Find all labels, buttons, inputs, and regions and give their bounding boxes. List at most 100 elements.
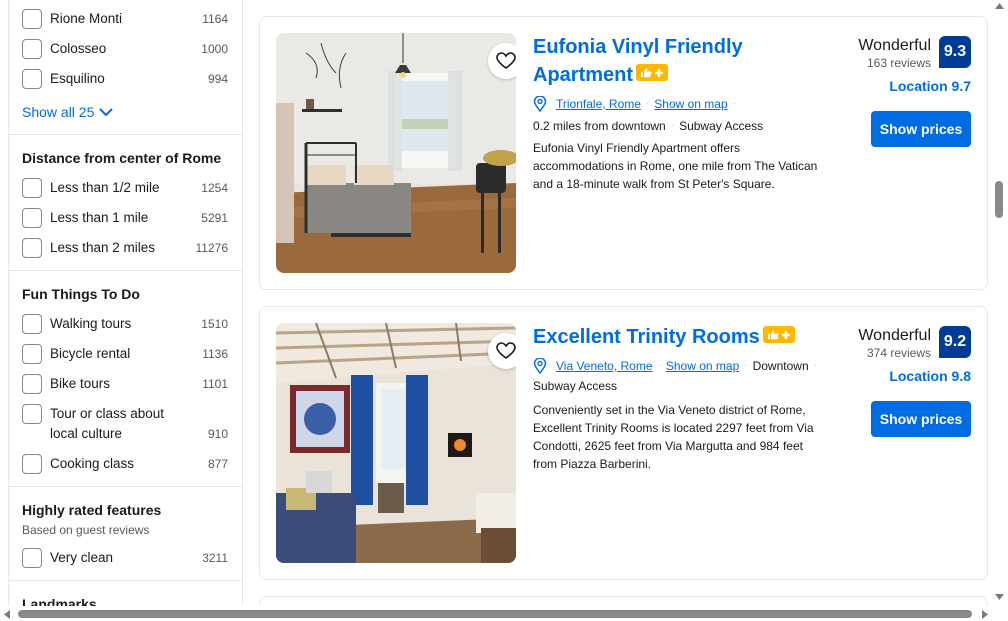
checkbox[interactable] <box>22 344 42 364</box>
filter-count: 5291 <box>201 211 228 225</box>
filter-count: 1254 <box>201 181 228 195</box>
distance-text: Downtown <box>752 359 809 373</box>
show-on-map-link[interactable]: Show on map <box>654 95 727 113</box>
scroll-down-arrow-icon[interactable] <box>995 594 1004 600</box>
vertical-scroll-thumb[interactable] <box>995 181 1003 218</box>
rating-word: Wonderful <box>858 37 931 54</box>
room-photo <box>276 323 516 563</box>
show-all-label: Show all 25 <box>22 104 95 120</box>
property-description: Conveniently set in the Via Veneto distr… <box>533 403 814 471</box>
filter-option[interactable]: Esquilino 994 <box>22 69 228 89</box>
review-score: 9.2 <box>939 326 971 358</box>
section-title: Landmarks <box>22 596 97 606</box>
filters-sidebar: Rione Monti 1164 Colosseo 1000 Esquilino… <box>8 0 243 606</box>
location-link[interactable]: Via Veneto, Rome <box>556 357 653 375</box>
filter-option[interactable]: Bicycle rental 1136 <box>22 344 228 364</box>
property-description: Eufonia Vinyl Friendly Apartment offers … <box>533 141 818 191</box>
filter-option[interactable]: Walking tours 1510 <box>22 314 228 334</box>
fun-things-section: Fun Things To Do Walking tours 1510 Bicy… <box>9 271 242 487</box>
show-all-link[interactable]: Show all 25 <box>22 102 228 122</box>
show-on-map-link[interactable]: Show on map <box>666 357 739 375</box>
review-count: 374 reviews <box>866 346 931 360</box>
filter-option[interactable]: Less than 1 mile 5291 <box>22 208 228 228</box>
location-line: Via Veneto, Rome · Show on map · Downtow… <box>533 357 823 375</box>
property-photo[interactable] <box>276 323 516 563</box>
review-count: 163 reviews <box>866 56 931 70</box>
checkbox[interactable] <box>22 69 42 89</box>
bedroom-photo <box>276 33 516 273</box>
vertical-scrollbar[interactable] <box>991 0 1008 606</box>
chevron-down-icon <box>99 108 114 117</box>
checkbox[interactable] <box>22 208 42 228</box>
thumbs-up-plus-icon <box>762 326 795 343</box>
section-subtitle: Based on guest reviews <box>22 523 150 537</box>
location-score: Location 9.7 <box>889 78 971 94</box>
checkbox[interactable] <box>22 314 42 334</box>
distance-line: 0.2 miles from downtown · Subway Access <box>533 117 823 135</box>
property-title[interactable]: Eufonia Vinyl Friendly Apartment <box>533 33 833 89</box>
checkbox[interactable] <box>22 9 42 29</box>
filter-label: Tour or class about local culture <box>50 406 165 441</box>
checkbox[interactable] <box>22 548 42 568</box>
features-section: Highly rated features Based on guest rev… <box>9 487 242 581</box>
heart-icon <box>496 52 516 69</box>
save-favorite-button[interactable] <box>488 43 516 79</box>
filter-count: 994 <box>207 72 228 86</box>
section-title: Highly rated features <box>22 502 162 518</box>
scroll-up-arrow-icon[interactable] <box>995 3 1004 9</box>
transit-text: Subway Access <box>679 119 764 133</box>
property-title[interactable]: Excellent Trinity Rooms <box>533 323 833 351</box>
filter-option[interactable]: Rione Monti 1164 <box>22 9 228 29</box>
horizontal-scroll-thumb[interactable] <box>18 610 972 618</box>
transit-text: Subway Access <box>533 379 618 393</box>
show-prices-button[interactable]: Show prices <box>871 401 971 437</box>
filter-option[interactable]: Very clean 3211 <box>22 548 228 568</box>
title-line-1: Excellent Trinity Rooms <box>533 326 760 348</box>
checkbox[interactable] <box>22 404 42 424</box>
neighborhood-section: Rione Monti 1164 Colosseo 1000 Esquilino… <box>9 0 242 135</box>
title-line-2: Apartment <box>533 64 634 86</box>
show-prices-button[interactable]: Show prices <box>871 111 971 147</box>
checkbox[interactable] <box>22 454 42 474</box>
landmarks-section: Landmarks <box>9 581 242 606</box>
filter-option[interactable]: Bike tours 1101 <box>22 374 228 394</box>
separator-dot: · <box>744 360 748 371</box>
distance-section: Distance from center of Rome Less than 1… <box>9 135 242 271</box>
save-favorite-button[interactable] <box>488 333 516 369</box>
filter-label: Esquilino <box>50 71 105 86</box>
transit-line: Subway Access <box>533 377 823 395</box>
filter-count: 910 <box>207 427 228 441</box>
filter-option[interactable]: Cooking class 877 <box>22 454 228 474</box>
filter-count: 1510 <box>201 317 228 331</box>
scroll-left-arrow-icon[interactable] <box>4 610 10 619</box>
separator-dot: · <box>657 360 661 371</box>
thumbs-up-plus-icon <box>636 64 669 81</box>
filter-option[interactable]: Tour or class about local culture 910 <box>22 404 228 444</box>
filter-count: 1164 <box>202 12 228 26</box>
filter-option[interactable]: Less than 1/2 mile 1254 <box>22 178 228 198</box>
checkbox[interactable] <box>22 238 42 258</box>
location-score: Location 9.8 <box>889 368 971 384</box>
filter-count: 3211 <box>202 551 228 565</box>
scroll-right-arrow-icon[interactable] <box>982 610 988 619</box>
title-line-1: Eufonia Vinyl Friendly <box>533 36 743 58</box>
property-photo[interactable] <box>276 33 516 273</box>
separator-dot: · <box>645 98 650 109</box>
checkbox[interactable] <box>22 39 42 59</box>
checkbox[interactable] <box>22 178 42 198</box>
rating-word: Wonderful <box>858 327 931 344</box>
review-score: 9.3 <box>939 36 971 68</box>
heart-icon <box>496 342 516 359</box>
property-card: Excellent Trinity Rooms Via Veneto, Rome… <box>259 306 988 580</box>
filter-count: 1101 <box>202 377 228 391</box>
filter-count: 11276 <box>195 241 228 255</box>
section-title: Distance from center of Rome <box>22 150 222 166</box>
checkbox[interactable] <box>22 374 42 394</box>
filter-option[interactable]: Colosseo 1000 <box>22 39 228 59</box>
section-title: Fun Things To Do <box>22 286 140 302</box>
location-line: Trionfale, Rome · Show on map · <box>533 95 823 113</box>
filter-label: Cooking class <box>50 456 135 471</box>
filter-option[interactable]: Less than 2 miles 11276 <box>22 238 228 258</box>
location-link[interactable]: Trionfale, Rome <box>556 95 641 113</box>
horizontal-scrollbar[interactable] <box>0 606 1008 621</box>
